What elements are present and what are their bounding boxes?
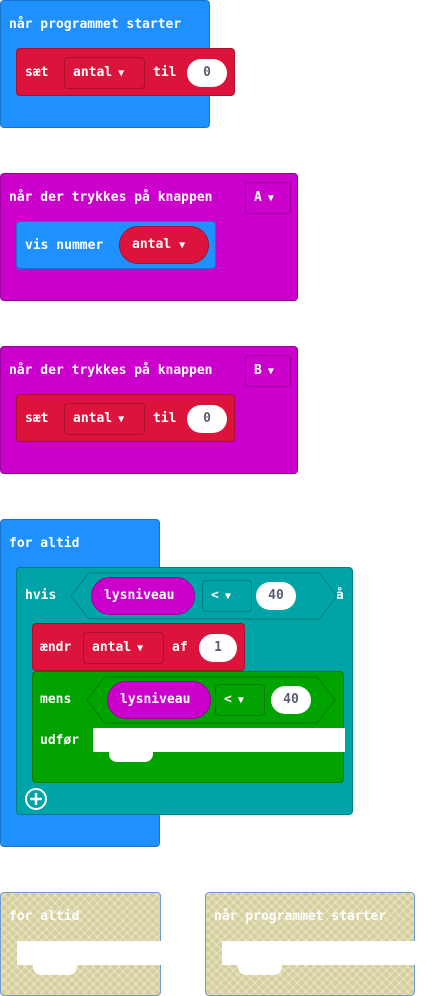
caret-down-icon: ▼ [237,695,244,706]
operator-dropdown[interactable]: < ▼ [215,684,265,716]
operator-dropdown[interactable]: < ▼ [202,580,252,612]
by-label: af [172,640,188,655]
forever-label: for altid [9,536,80,551]
button-b-dropdown[interactable]: B ▼ [245,355,291,387]
on-start-label: når programmet starter [9,17,182,32]
caret-down-icon: ▼ [118,414,125,425]
value-input[interactable]: 0 [187,405,227,433]
do-label: udfør [40,733,80,748]
show-number-block[interactable]: vis nummer antal ▼ [16,221,216,269]
variable-dropdown-label: antal [92,640,132,655]
statement-slot[interactable] [17,941,162,965]
caret-down-icon: ▼ [224,591,231,602]
operator-label: < [224,692,232,707]
variable-reporter-label: antal [132,237,172,252]
change-label: ændr [40,640,72,655]
slot-notch [238,965,282,975]
caret-down-icon: ▼ [179,240,186,251]
set-variable-block[interactable]: sæt antal ▼ til 0 [16,394,235,442]
compare-value-input[interactable]: 40 [271,686,311,714]
on-button-label: når der trykkes på knappen [9,363,213,378]
set-label: sæt [25,411,49,426]
to-label: til [153,65,177,80]
caret-down-icon: ▼ [267,193,274,204]
statement-slot[interactable] [222,941,416,965]
variable-dropdown[interactable]: antal ▼ [83,632,164,664]
operator-label: < [211,588,219,603]
variable-dropdown[interactable]: antal ▼ [64,57,145,89]
plus-circle-icon[interactable] [25,788,47,810]
do-statement-slot[interactable] [93,728,345,752]
compare-value-input[interactable]: 40 [256,582,296,610]
while-label: mens [40,692,72,707]
while-block[interactable]: mens udfør lysniveau < ▼ 40 [32,671,345,783]
to-label: til [153,411,177,426]
show-number-label: vis nummer [25,238,104,253]
on-button-label: når der trykkes på knappen [9,190,213,205]
disabled-forever-label: for altid [9,909,80,924]
disabled-forever-block[interactable]: for altid [0,892,162,996]
if-label: hvis [25,588,57,603]
change-value-input[interactable]: 1 [199,634,237,662]
slot-notch [109,752,153,762]
caret-down-icon: ▼ [118,68,125,79]
value-input[interactable]: 0 [187,59,227,87]
button-dropdown-label: B [254,363,262,378]
light-level-reporter[interactable]: lysniveau [107,681,211,719]
set-label: sæt [25,65,49,80]
change-variable-block[interactable]: ændr antal ▼ af 1 [32,623,245,671]
caret-down-icon: ▼ [267,366,274,377]
light-level-reporter[interactable]: lysniveau [91,577,195,615]
variable-dropdown[interactable]: antal ▼ [64,403,145,435]
variable-dropdown-label: antal [73,411,113,426]
variable-reporter[interactable]: antal ▼ [119,226,209,264]
button-a-dropdown[interactable]: A ▼ [245,182,291,214]
button-dropdown-label: A [254,190,262,205]
disabled-on-start-label: når programmet starter [214,909,387,924]
variable-dropdown-label: antal [73,65,113,80]
caret-down-icon: ▼ [137,643,144,654]
slot-notch [33,965,77,975]
set-variable-block[interactable]: sæt antal ▼ til 0 [16,48,235,96]
disabled-on-start-block[interactable]: når programmet starter [205,892,416,996]
